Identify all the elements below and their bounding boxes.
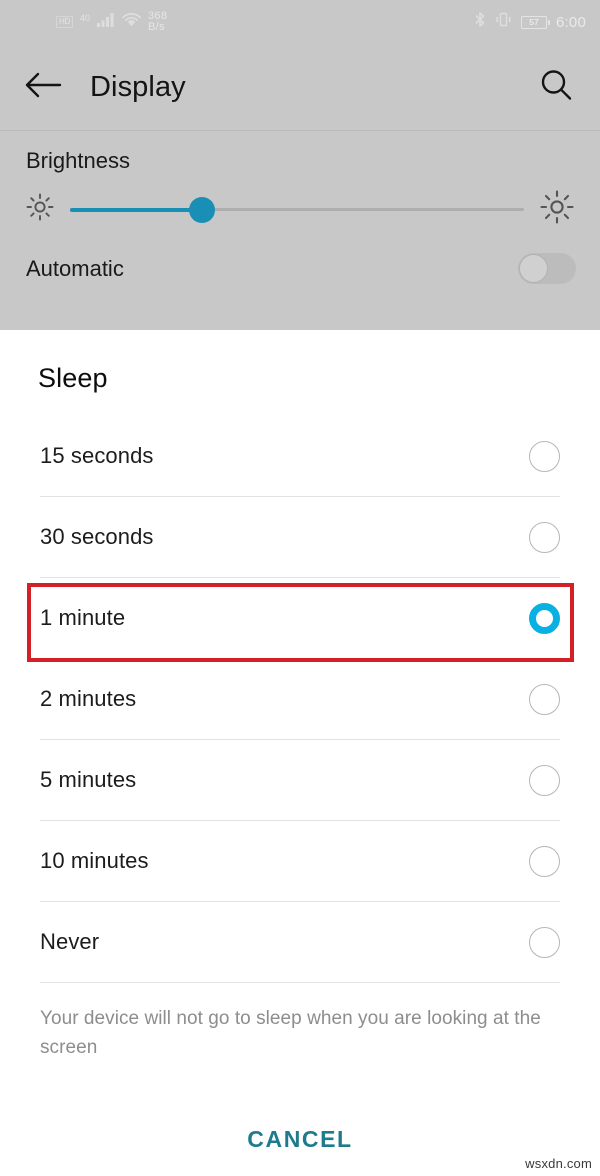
status-bar-left: HD 40 368 B/s	[56, 11, 167, 33]
sim-card-icon: HD	[56, 16, 73, 28]
bluetooth-icon	[474, 11, 486, 33]
arrow-left-icon[interactable]	[24, 71, 62, 104]
radio-button[interactable]	[529, 440, 560, 472]
sleep-option-row[interactable]: 15 seconds	[40, 416, 560, 496]
page-title: Display	[90, 70, 186, 103]
slider-track-fill	[70, 207, 202, 212]
radio-button-selected[interactable]	[529, 602, 560, 634]
network-speed-indicator: 368 B/s	[148, 11, 167, 33]
sleep-option-row[interactable]: 5 minutes	[40, 740, 560, 820]
sleep-option-row[interactable]: 1 minute	[40, 578, 560, 658]
automatic-toggle[interactable]	[518, 253, 576, 284]
sleep-option-label: 15 seconds	[40, 443, 154, 468]
brightness-slider-row	[0, 174, 600, 229]
toggle-knob	[519, 254, 548, 283]
sleep-option-label: 5 minutes	[40, 767, 137, 792]
wifi-icon	[122, 12, 141, 32]
search-icon[interactable]	[538, 67, 574, 108]
display-settings-background: HD 40 368 B/s 57 6:00 Display Brightness…	[0, 0, 600, 330]
battery-icon: 57	[521, 15, 550, 29]
radio-button[interactable]	[529, 764, 560, 796]
sleep-option-label: 2 minutes	[40, 686, 137, 711]
network-speed-unit: B/s	[147, 21, 165, 33]
sleep-option-label: 1 minute	[40, 605, 126, 630]
sleep-option-label: Never	[40, 929, 100, 954]
brightness-high-icon	[540, 190, 574, 229]
dialog-title: Sleep	[38, 363, 108, 393]
dialog-actions: CANCEL	[0, 1102, 600, 1176]
automatic-row[interactable]: Automatic	[0, 229, 600, 284]
cancel-button[interactable]: CANCEL	[247, 1126, 352, 1153]
battery-percent-label: 57	[529, 16, 539, 27]
brightness-section: Brightness	[0, 131, 600, 229]
sleep-option-row[interactable]: Never	[40, 902, 560, 982]
radio-button[interactable]	[529, 683, 560, 715]
brightness-low-icon	[26, 193, 54, 226]
sleep-dialog: Sleep 15 seconds 30 seconds 1 minute 2 minu…	[0, 330, 600, 1176]
clock-label: 6:00	[556, 13, 586, 31]
radio-button[interactable]	[529, 845, 560, 877]
sleep-option-row[interactable]: 2 minutes	[40, 659, 560, 739]
phone-screen: HD 40 368 B/s 57 6:00 Display Brightness…	[0, 0, 600, 1176]
brightness-label: Brightness	[26, 148, 130, 173]
automatic-label: Automatic	[26, 255, 124, 281]
sleep-option-label: 30 seconds	[40, 524, 154, 549]
status-bar: HD 40 368 B/s 57 6:00	[0, 0, 600, 44]
app-bar: Display	[0, 44, 600, 130]
watermark-label: wsxdn.com	[525, 1156, 592, 1171]
radio-button[interactable]	[529, 926, 560, 958]
slider-thumb[interactable]	[188, 196, 215, 223]
dialog-footer-note: Your device will not go to sleep when yo…	[40, 1008, 541, 1058]
sleep-options-list: 15 seconds 30 seconds 1 minute 2 minutes 5 m…	[0, 416, 600, 983]
signal-bars-icon	[96, 12, 115, 32]
sleep-option-label: 10 minutes	[40, 848, 149, 873]
sleep-option-row[interactable]: 10 minutes	[40, 821, 560, 901]
brightness-slider[interactable]	[70, 196, 524, 223]
sleep-option-row[interactable]: 30 seconds	[40, 497, 560, 577]
vibrate-icon	[495, 12, 512, 32]
status-bar-right: 57 6:00	[474, 0, 586, 44]
network-type-label: 40	[79, 13, 90, 23]
radio-button[interactable]	[529, 521, 560, 553]
